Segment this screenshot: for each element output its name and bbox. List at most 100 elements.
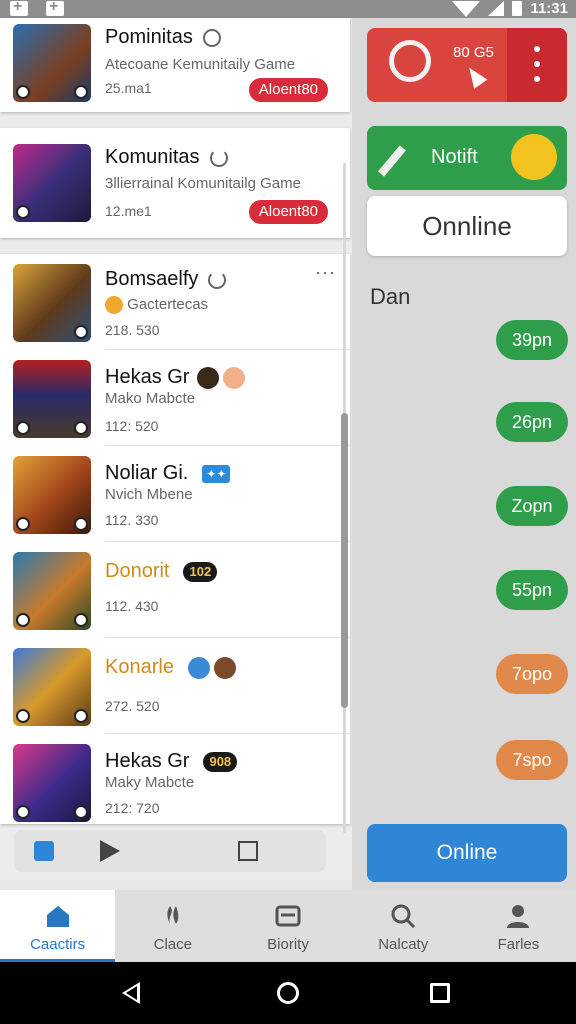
time-badge[interactable]: 7spo <box>496 740 568 780</box>
status-time: 11:31 <box>530 0 568 17</box>
game-meta: 25.ma1 <box>105 80 152 96</box>
time-badge[interactable]: 7opo <box>496 654 568 694</box>
game-tag: 908 <box>203 751 238 772</box>
avatar <box>197 366 220 389</box>
game-meta: 112. 430 <box>105 598 159 614</box>
back-icon[interactable] <box>122 982 140 1004</box>
home-icon <box>46 906 69 927</box>
game-title: Hekas Gr <box>105 366 190 388</box>
avatar <box>223 366 246 389</box>
avatar <box>105 296 123 315</box>
scrollbar[interactable] <box>341 413 348 708</box>
coin-icon <box>511 134 557 180</box>
cursor-icon <box>462 63 488 89</box>
game-thumbnail <box>13 648 91 726</box>
pen-icon <box>377 145 406 177</box>
game-subtitle: Nvich Mbene <box>105 486 193 503</box>
tab-label: Nalcaty <box>378 936 429 953</box>
game-card[interactable]: Pominitas Atecoane Kemunitaily Game 25.m… <box>0 18 350 112</box>
game-title: Bomsaelfy <box>105 268 199 290</box>
game-thumbnail <box>13 360 91 438</box>
status-bar: 11:31 <box>0 0 576 18</box>
play-icon[interactable] <box>100 840 120 862</box>
game-list: ··· Bomsaelfy Gactertecas 218. 530 Hekas… <box>0 254 350 824</box>
online-status-button[interactable]: Onnline <box>367 196 567 256</box>
list-item[interactable]: Hekas Gr Mako Mabcte 112: 520 <box>0 350 350 446</box>
bottom-tab-bar: Caactirs Clace Biority Nalcaty Farles <box>0 890 576 962</box>
game-meta: 112. 330 <box>105 512 159 528</box>
game-subtitle: 3llierrainal Komunitailg Game <box>105 175 301 192</box>
game-thumbnail <box>13 456 91 534</box>
refresh-icon[interactable] <box>209 148 228 167</box>
game-meta: 12.me1 <box>105 203 152 219</box>
time-badge[interactable]: 55pn <box>496 570 568 610</box>
crosshair-icon <box>389 40 431 82</box>
refresh-icon[interactable] <box>208 270 227 289</box>
game-thumbnail <box>13 552 91 630</box>
tab-clace[interactable]: Clace <box>115 890 230 962</box>
game-subtitle: Mako Mabcte <box>105 390 196 407</box>
avatar <box>187 656 210 679</box>
game-title: Pominitas <box>105 26 193 48</box>
system-nav-bar <box>0 962 576 1024</box>
game-card[interactable]: Komunitas 3llierrainal Komunitailg Game … <box>0 128 350 238</box>
game-title: Konarle <box>105 656 174 678</box>
status-badge[interactable]: Aloent80 <box>248 78 328 102</box>
game-subtitle: Atecoane Kemunitaily Game <box>105 56 296 73</box>
wifi-icon <box>452 0 481 17</box>
person-icon <box>507 905 530 928</box>
recents-icon[interactable] <box>430 983 450 1003</box>
game-thumbnail <box>13 144 91 222</box>
notify-button[interactable]: Notift <box>367 126 567 190</box>
list-item[interactable]: Hekas Gr 908 Maky Mabcte 212: 720 <box>0 734 350 824</box>
tab-farles[interactable]: Farles <box>461 890 576 962</box>
inbox-icon <box>275 905 301 927</box>
list-item[interactable]: Konarle 272. 520 <box>0 638 350 734</box>
game-title: Noliar Gi. <box>105 462 189 484</box>
game-title: Komunitas <box>105 146 200 168</box>
game-title: Hekas Gr <box>105 750 190 772</box>
time-badge[interactable]: 39pn <box>496 320 568 360</box>
upload-icon[interactable] <box>34 841 54 861</box>
action-button[interactable]: 80 G5 <box>367 28 567 102</box>
online-button[interactable]: Online <box>367 824 567 882</box>
avatar <box>213 656 236 679</box>
search-icon <box>391 904 416 929</box>
right-panel: 80 G5 Notift Onnline Dan 39pn 26pn Zopn … <box>352 18 576 890</box>
game-subtitle: Maky Mabcte <box>105 774 195 791</box>
status-badge[interactable]: Aloent80 <box>248 200 328 224</box>
time-badge[interactable]: 26pn <box>496 402 568 442</box>
game-tag-icon: ✦✦ <box>202 464 231 483</box>
game-meta: 112: 520 <box>105 418 159 434</box>
section-label: Dan <box>370 284 411 309</box>
more-vertical-icon[interactable] <box>507 28 567 102</box>
game-thumbnail <box>13 744 91 822</box>
list-item[interactable]: Noliar Gi. ✦✦ Nvich Mbene 112. 330 <box>0 446 350 542</box>
tab-biority[interactable]: Biority <box>230 890 345 962</box>
list-item[interactable]: Donorit 102 112. 430 <box>0 542 350 638</box>
battery-icon <box>512 1 523 16</box>
action-button-label: 80 G5 <box>453 44 494 61</box>
game-thumbnail <box>13 24 91 102</box>
game-meta: 212: 720 <box>105 800 160 816</box>
flame-icon <box>167 906 179 924</box>
stop-icon[interactable] <box>238 841 258 861</box>
tab-label: Clace <box>153 936 192 953</box>
game-meta: 218. 530 <box>105 322 160 338</box>
game-subtitle: Gactertecas <box>127 296 209 313</box>
home-nav-icon[interactable] <box>277 982 299 1004</box>
list-item[interactable]: Bomsaelfy Gactertecas 218. 530 <box>0 254 350 350</box>
tab-caactirs[interactable]: Caactirs <box>0 890 116 962</box>
game-thumbnail <box>13 264 91 342</box>
tab-label: Biority <box>267 936 309 953</box>
tab-label: Farles <box>497 936 540 953</box>
time-badge[interactable]: Zopn <box>496 486 568 526</box>
game-meta: 272. 520 <box>105 698 160 714</box>
game-title: Donorit <box>105 560 170 582</box>
tab-nalcaty[interactable]: Nalcaty <box>346 890 461 962</box>
signal-icon <box>488 1 505 16</box>
media-controls <box>14 830 326 872</box>
settings-icon[interactable] <box>202 28 221 47</box>
notification-icon <box>10 0 28 16</box>
tab-label: Caactirs <box>30 936 86 953</box>
